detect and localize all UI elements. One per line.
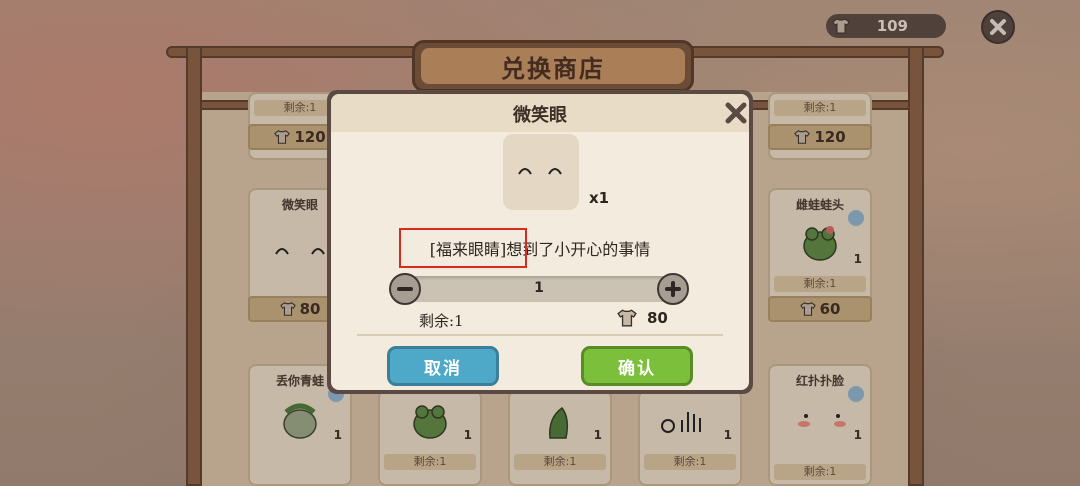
cancel-button[interactable]: 取消 (387, 346, 499, 386)
highlight-box (399, 228, 527, 268)
smile-eyes-icon (518, 168, 562, 175)
item-preview (503, 134, 579, 210)
total-cost: 80 (617, 308, 668, 328)
quantity-stepper[interactable]: 1 (389, 273, 689, 305)
dialog-close-button[interactable] (723, 100, 749, 126)
remaining-stock: 剩余:1 (419, 312, 464, 330)
item-count: x1 (589, 189, 610, 207)
dialog-title: 微笑眼 (513, 105, 567, 126)
plus-icon (665, 281, 681, 297)
divider (357, 334, 723, 336)
quantity-value: 1 (534, 280, 544, 296)
shirt-icon (617, 309, 637, 327)
confirm-button[interactable]: 确认 (581, 346, 693, 386)
dialog-body: 微笑眼 x1 [福来眼睛]想到了小开心的事情 1 剩余:1 80 取消 确认 (331, 94, 749, 390)
increase-button[interactable] (657, 273, 689, 305)
item-description: [福来眼睛]想到了小开心的事情 (429, 240, 651, 259)
cost-value: 80 (647, 309, 668, 327)
exchange-dialog: 微笑眼 x1 [福来眼睛]想到了小开心的事情 1 剩余:1 80 取消 确认 (327, 90, 753, 394)
close-icon (725, 102, 747, 124)
